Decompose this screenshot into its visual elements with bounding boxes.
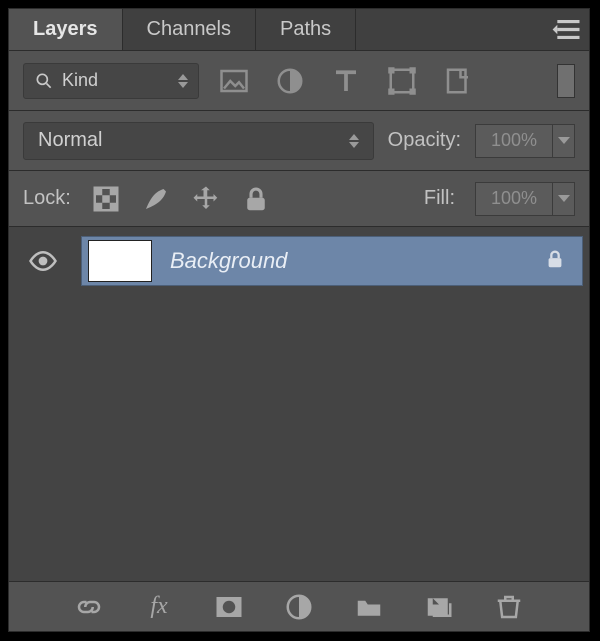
fx-icon: fx bbox=[150, 593, 167, 620]
image-filter-icon[interactable] bbox=[219, 66, 249, 96]
link-layers-button[interactable] bbox=[74, 592, 104, 622]
smart-filter-icon[interactable] bbox=[443, 66, 473, 96]
tab-spacer bbox=[356, 9, 551, 50]
fill-value: 100% bbox=[491, 188, 537, 209]
layer-name[interactable]: Background bbox=[170, 248, 526, 274]
opacity-label: Opacity: bbox=[388, 129, 461, 152]
blend-mode-value: Normal bbox=[38, 129, 102, 152]
fill-slider-toggle[interactable] bbox=[553, 182, 575, 216]
lock-label: Lock: bbox=[23, 187, 71, 210]
lock-icons bbox=[91, 184, 271, 214]
dropdown-caret-icon bbox=[349, 134, 359, 148]
filter-row: Kind bbox=[9, 51, 589, 111]
layer-lock-indicator[interactable] bbox=[544, 248, 566, 275]
new-group-button[interactable] bbox=[354, 592, 384, 622]
filter-kind-label: Kind bbox=[62, 70, 98, 91]
layers-bottom-toolbar: fx bbox=[9, 581, 589, 631]
type-filter-icon[interactable] bbox=[331, 66, 361, 96]
adjustment-icon bbox=[284, 592, 314, 622]
dropdown-caret-icon bbox=[178, 74, 188, 88]
color-label-filter[interactable] bbox=[557, 64, 575, 98]
lock-icon bbox=[544, 248, 566, 270]
group-icon bbox=[354, 592, 384, 622]
adjustment-filter-icon[interactable] bbox=[275, 66, 305, 96]
lock-row: Lock: Fill: 100% bbox=[9, 171, 589, 227]
lock-transparency-icon[interactable] bbox=[91, 184, 121, 214]
panel-menu-button[interactable] bbox=[551, 9, 589, 50]
filter-type-icons bbox=[219, 66, 473, 96]
mask-icon bbox=[214, 592, 244, 622]
layer-row[interactable]: Background bbox=[9, 233, 589, 289]
new-layer-button[interactable] bbox=[424, 592, 454, 622]
chevron-down-icon bbox=[558, 137, 570, 144]
link-icon bbox=[74, 592, 104, 622]
add-adjustment-button[interactable] bbox=[284, 592, 314, 622]
fill-input[interactable]: 100% bbox=[475, 182, 553, 216]
opacity-slider-toggle[interactable] bbox=[553, 124, 575, 158]
filter-kind-dropdown[interactable]: Kind bbox=[23, 63, 199, 99]
chevron-down-icon bbox=[558, 195, 570, 202]
delete-layer-button[interactable] bbox=[494, 592, 524, 622]
trash-icon bbox=[494, 592, 524, 622]
layer-style-button[interactable]: fx bbox=[144, 592, 174, 622]
tab-channels[interactable]: Channels bbox=[123, 9, 257, 50]
panel-tabbar: Layers Channels Paths bbox=[9, 9, 589, 51]
opacity-value: 100% bbox=[491, 130, 537, 151]
eye-icon bbox=[28, 246, 58, 276]
layers-list[interactable]: Background bbox=[9, 227, 589, 581]
new-layer-icon bbox=[424, 592, 454, 622]
lock-all-icon[interactable] bbox=[241, 184, 271, 214]
search-icon bbox=[34, 71, 54, 91]
tab-label: Layers bbox=[33, 18, 98, 41]
layer-body[interactable]: Background bbox=[81, 236, 583, 286]
tab-layers[interactable]: Layers bbox=[9, 9, 123, 50]
tab-paths[interactable]: Paths bbox=[256, 9, 356, 50]
panel-menu-icon bbox=[551, 9, 589, 50]
layer-visibility-toggle[interactable] bbox=[15, 246, 71, 276]
layers-panel: Layers Channels Paths Kind bbox=[8, 8, 590, 632]
shape-filter-icon[interactable] bbox=[387, 66, 417, 96]
add-mask-button[interactable] bbox=[214, 592, 244, 622]
fill-label: Fill: bbox=[424, 187, 455, 210]
lock-position-icon[interactable] bbox=[191, 184, 221, 214]
opacity-input[interactable]: 100% bbox=[475, 124, 553, 158]
tab-label: Paths bbox=[280, 18, 331, 41]
blend-mode-dropdown[interactable]: Normal bbox=[23, 122, 374, 160]
lock-pixels-icon[interactable] bbox=[141, 184, 171, 214]
layer-thumbnail[interactable] bbox=[88, 240, 152, 282]
blend-row: Normal Opacity: 100% bbox=[9, 111, 589, 171]
tab-label: Channels bbox=[147, 18, 232, 41]
